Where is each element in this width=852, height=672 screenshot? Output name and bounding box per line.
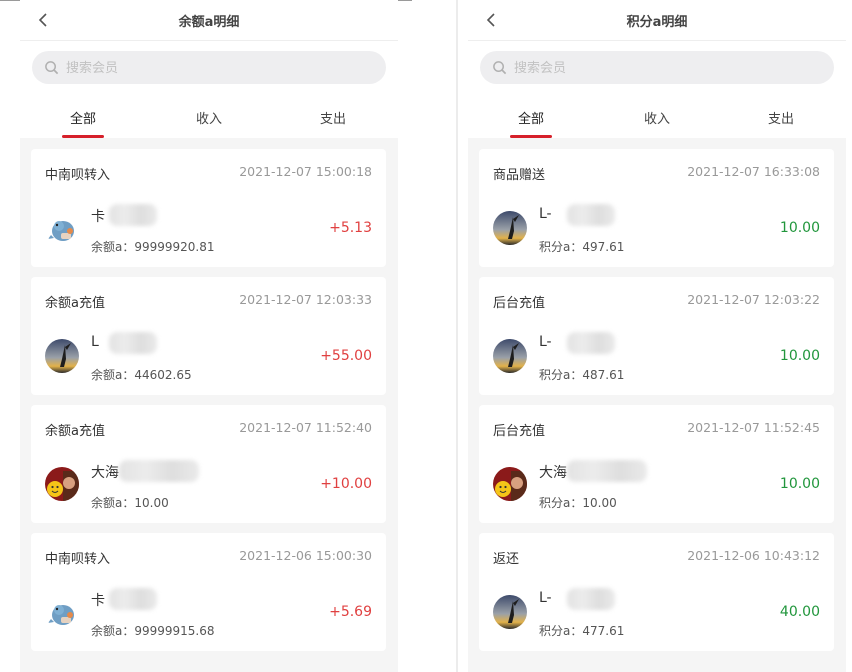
active-tab-indicator — [510, 135, 552, 138]
record-type: 中南呗转入 — [45, 552, 111, 567]
record-card[interactable]: 中南呗转入 2021-12-07 15:00:18 卡余额a：99999920.81… — [31, 149, 386, 267]
name-blur-mask — [567, 204, 615, 226]
filter-tabs: 全部 收入 支出 — [20, 98, 398, 138]
emoji-avatar — [493, 467, 527, 501]
record-type: 中南呗转入 — [45, 168, 111, 183]
tab-label: 支出 — [767, 112, 794, 127]
record-time: 2021-12-07 11:52:45 — [687, 420, 820, 435]
record-amount: +55.00 — [320, 348, 372, 364]
search-input[interactable] — [512, 51, 816, 86]
tab-label: 收入 — [195, 112, 222, 127]
record-amount: 10.00 — [779, 476, 820, 492]
panel-divider — [456, 0, 458, 672]
tab-income[interactable]: 收入 — [612, 98, 702, 138]
member-name: 卡 — [91, 209, 105, 225]
record-time: 2021-12-07 16:33:08 — [687, 164, 820, 179]
name-blur-mask — [567, 332, 615, 354]
record-card[interactable]: 中南呗转入 2021-12-06 15:00:30 卡余额a：99999915.68… — [31, 533, 386, 651]
record-card[interactable]: 余额a充值 2021-12-07 12:03:33 L 余额a：44602.65 +55… — [31, 277, 386, 395]
tab-expense[interactable]: 支出 — [736, 98, 826, 138]
record-amount: +5.69 — [329, 604, 372, 620]
tab-all[interactable]: 全部 — [38, 98, 128, 138]
member-name: L- — [539, 590, 552, 606]
name-blur-mask — [109, 588, 157, 610]
record-amount: 40.00 — [779, 604, 820, 620]
record-card[interactable]: 后台充值 2021-12-07 11:52:45 大海积分a：10.00 10.00 — [479, 405, 834, 523]
record-type: 后台充值 — [493, 296, 546, 311]
member-name: L- — [539, 334, 552, 350]
tab-label: 支出 — [319, 112, 346, 127]
sunset-avatar — [493, 595, 527, 629]
balance-after: 积分a：10.00 — [539, 496, 617, 510]
record-amount: +5.13 — [329, 220, 372, 236]
title-bar: 余额a明细 — [20, 0, 398, 41]
tab-income[interactable]: 收入 — [164, 98, 254, 138]
header: 余额a明细 全部 收入 支出 — [20, 0, 398, 138]
record-time: 2021-12-07 11:52:40 — [239, 420, 372, 435]
balance-after: 余额a：99999920.81 — [91, 240, 215, 254]
balance-detail-panel: 余额a明细 全部 收入 支出 中南呗转入 2021-12-07 15:00:18 卡… — [20, 0, 398, 672]
tab-label: 全部 — [517, 112, 544, 127]
header: 积分a明细 全部 收入 支出 — [468, 0, 846, 138]
name-blur-mask — [567, 588, 615, 610]
sunset-avatar — [45, 339, 79, 373]
record-time: 2021-12-06 15:00:30 — [239, 548, 372, 563]
record-card[interactable]: 后台充值 2021-12-07 12:03:22 L- 积分a：487.61 10.00 — [479, 277, 834, 395]
record-type: 余额a充值 — [45, 296, 105, 311]
tab-label: 收入 — [643, 112, 670, 127]
member-name: 大海 — [91, 465, 119, 481]
page-title: 余额a明细 — [178, 15, 240, 30]
member-name: L- — [539, 206, 552, 222]
page-title: 积分a明细 — [626, 15, 688, 30]
member-name: L — [91, 334, 99, 350]
record-card[interactable]: 余额a充值 2021-12-07 11:52:40 大海余额a：10.00 +10.0… — [31, 405, 386, 523]
record-type: 余额a充值 — [45, 424, 105, 439]
search-bar[interactable] — [480, 51, 834, 86]
record-type: 返还 — [493, 552, 520, 567]
record-card[interactable]: 商品赠送 2021-12-07 16:33:08 L- 积分a：497.61 10.00 — [479, 149, 834, 267]
record-amount: +10.00 — [320, 476, 372, 492]
name-blur-mask — [567, 460, 647, 482]
record-card[interactable]: 返还 2021-12-06 10:43:12 L- 积分a：477.61 40.00 — [479, 533, 834, 651]
balance-after: 积分a：477.61 — [539, 624, 625, 638]
search-icon — [45, 61, 59, 75]
member-name: 卡 — [91, 593, 105, 609]
points-detail-panel: 积分a明细 全部 收入 支出 商品赠送 2021-12-07 16:33:08 L-… — [468, 0, 846, 672]
dragon-avatar — [45, 595, 79, 629]
tab-label: 全部 — [69, 112, 96, 127]
balance-after: 余额a：99999915.68 — [91, 624, 215, 638]
search-bar[interactable] — [32, 51, 386, 86]
sunset-avatar — [493, 339, 527, 373]
search-icon — [493, 61, 507, 75]
record-amount: 10.00 — [779, 348, 820, 364]
record-time: 2021-12-06 10:43:12 — [687, 548, 820, 563]
record-amount: 10.00 — [779, 220, 820, 236]
member-name: 大海 — [539, 465, 567, 481]
sunset-avatar — [493, 211, 527, 245]
record-time: 2021-12-07 15:00:18 — [239, 164, 372, 179]
balance-after: 积分a：487.61 — [539, 368, 625, 382]
dragon-avatar — [45, 211, 79, 245]
record-time: 2021-12-07 12:03:22 — [687, 292, 820, 307]
name-blur-mask — [109, 332, 157, 354]
tab-expense[interactable]: 支出 — [288, 98, 378, 138]
search-input[interactable] — [64, 51, 368, 86]
title-bar: 积分a明细 — [468, 0, 846, 41]
balance-after: 余额a：44602.65 — [91, 368, 192, 382]
record-type: 商品赠送 — [493, 168, 546, 183]
emoji-avatar — [45, 467, 79, 501]
balance-after: 积分a：497.61 — [539, 240, 625, 254]
tab-all[interactable]: 全部 — [486, 98, 576, 138]
name-blur-mask — [109, 204, 157, 226]
balance-after: 余额a：10.00 — [91, 496, 169, 510]
name-blur-mask — [119, 460, 199, 482]
active-tab-indicator — [62, 135, 104, 138]
filter-tabs: 全部 收入 支出 — [468, 98, 846, 138]
record-type: 后台充值 — [493, 424, 546, 439]
record-time: 2021-12-07 12:03:33 — [239, 292, 372, 307]
